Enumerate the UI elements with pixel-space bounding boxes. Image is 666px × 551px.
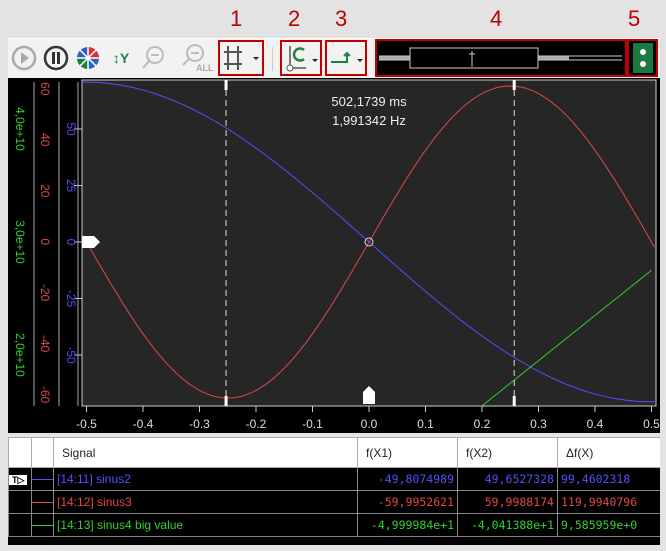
col-header-line	[31, 437, 54, 468]
zoom-out-button[interactable]	[140, 39, 166, 77]
signal-name: [14:13] sinus4 big value	[53, 513, 358, 537]
col-header-marker	[8, 437, 32, 468]
col-header-signal[interactable]: Signal	[53, 437, 358, 468]
step-icon	[331, 51, 363, 63]
chart[interactable]: -0.5 -0.4 -0.3 -0.2 -0.1 0.0 0.1 0.2 0.3 0.4 0.5 -5…	[8, 78, 660, 433]
value-dfx: 119,9940796	[557, 490, 660, 514]
y-tick-label-sinus2: 25	[64, 179, 78, 193]
y-tick-label-sinus3: 0	[38, 238, 52, 245]
value-dfx: 99,4602318	[557, 467, 660, 491]
value-fx1: -4,999984e+1	[357, 513, 458, 537]
x-tick-label: -0.1	[302, 417, 323, 431]
callout-2: 2	[288, 6, 301, 31]
overview-slider[interactable]	[377, 41, 625, 75]
y-tick-label-sinus2: 0	[64, 239, 78, 246]
play-icon	[11, 45, 37, 71]
dots-icon	[632, 43, 653, 73]
x-tick-label: -0.2	[246, 417, 267, 431]
zoom-out-all-button[interactable]: ALL	[170, 39, 214, 77]
value-fx2: 59,9988174	[457, 490, 558, 514]
cursor-handle-bottom[interactable]	[224, 396, 228, 406]
step-dropdown[interactable]	[325, 40, 367, 76]
table-header: Signal f(X1) f(X2) Δf(X)	[8, 437, 660, 468]
y-scale-button[interactable]: ↕Y	[106, 39, 136, 77]
signal-color-line	[31, 467, 54, 491]
y-tick-label-sinus4: 3,0e+10	[13, 220, 27, 264]
cursor-freq-readout: 1,991342 Hz	[332, 113, 406, 128]
col-header-fx2[interactable]: f(X2)	[457, 437, 558, 468]
y-tick-label-sinus2: 50	[64, 122, 78, 136]
cursor-lines-icon	[224, 46, 259, 70]
callout-5: 5	[628, 6, 641, 31]
x-tick-label: -0.5	[76, 417, 97, 431]
overview-scrollbar[interactable]	[375, 39, 627, 77]
callout-1: 1	[230, 6, 243, 31]
y-tick-label-sinus2: -25	[64, 290, 78, 308]
value-fx1: -59,9952621	[357, 490, 458, 514]
value-fx1: -49,8074989	[357, 467, 458, 491]
x-tick-label: 0.5	[643, 417, 660, 431]
toolbar-divider	[272, 47, 273, 71]
y-tick-label-sinus4: 4,0e+10	[13, 107, 27, 151]
zoom-out-icon	[142, 46, 164, 69]
y-scale-icon: ↕Y	[112, 50, 130, 66]
x-tick-label: 0.1	[417, 417, 434, 431]
color-wheel-icon	[77, 47, 99, 69]
x-tick-label: -0.4	[133, 417, 154, 431]
signal-name: [14:12] sinus3	[53, 490, 358, 514]
y-tick-label-sinus3: 40	[38, 133, 52, 147]
table-row[interactable]: [14:12] sinus3 -59,9952621 59,9988174 11…	[8, 490, 660, 514]
trigger-icon: T▷	[9, 475, 28, 485]
signal-color-line	[31, 513, 54, 537]
value-fx2: -4,041388e+1	[457, 513, 558, 537]
cursor-handle-top[interactable]	[224, 80, 228, 90]
value-dfx: 9,585959e+0	[557, 513, 660, 537]
y-tick-label-sinus3: -40	[38, 335, 52, 353]
y-tick-label-sinus2: -50	[64, 346, 78, 364]
x-tick-label: 0.0	[361, 417, 378, 431]
cursor-value-table: Signal f(X1) f(X2) Δf(X) T▷ [14:11] sinu…	[8, 437, 660, 545]
cursor-handle-top[interactable]	[512, 80, 516, 90]
trigger-marker: T▷	[8, 467, 32, 491]
table-row[interactable]: T▷ [14:11] sinus2 -49,8074989 49,6527328…	[8, 467, 660, 491]
play-button[interactable]	[10, 39, 38, 77]
x-tick-label: 0.4	[587, 417, 604, 431]
y-tick-label-sinus3: 60	[38, 82, 52, 96]
signal-color-line	[31, 490, 54, 514]
cursor-time-readout: 502,1739 ms	[331, 94, 407, 109]
value-fx2: 49,6527328	[457, 467, 558, 491]
col-header-dfx[interactable]: Δf(X)	[557, 437, 660, 468]
pause-icon	[43, 45, 69, 71]
callout-4: 4	[490, 6, 503, 31]
col-header-fx1[interactable]: f(X1)	[357, 437, 458, 468]
y-tick-label-sinus4: 2,0e+10	[13, 333, 27, 377]
panel-toggle-button[interactable]	[627, 39, 658, 77]
x-tick-label: -0.3	[189, 417, 210, 431]
cursor-handle-bottom[interactable]	[512, 396, 516, 406]
colors-button[interactable]	[74, 39, 102, 77]
x-tick-label: 0.2	[474, 417, 491, 431]
trigger-marker	[8, 513, 32, 537]
reset-view-icon	[286, 46, 318, 72]
signal-name: [14:11] sinus2	[53, 467, 358, 491]
cursor-lines-dropdown[interactable]	[218, 40, 264, 76]
y-tick-label-sinus3: -20	[38, 284, 52, 302]
zoom-all-label: ALL	[196, 63, 214, 73]
callout-3: 3	[335, 6, 348, 31]
trigger-marker	[8, 490, 32, 514]
table-row[interactable]: [14:13] sinus4 big value -4,999984e+1 -4…	[8, 513, 660, 537]
pause-button[interactable]	[42, 39, 70, 77]
y-tick-label-sinus3: 20	[38, 184, 52, 198]
x-tick-label: 0.3	[530, 417, 547, 431]
reset-view-dropdown[interactable]	[280, 40, 322, 76]
y-tick-label-sinus3: -60	[38, 386, 52, 404]
